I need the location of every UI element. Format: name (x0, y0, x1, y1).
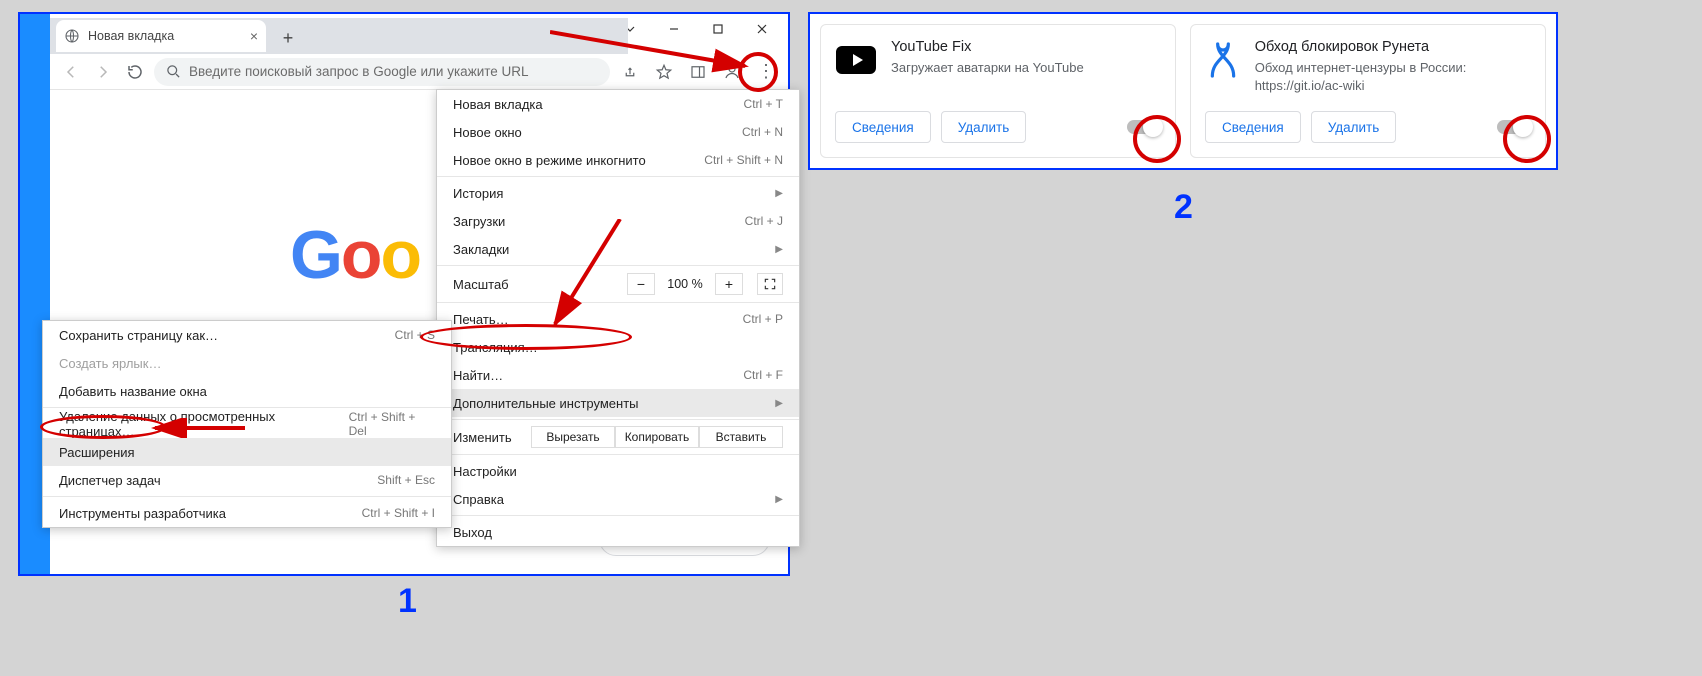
tab-strip: Новая вкладка × + (50, 18, 628, 54)
menu-print[interactable]: Печать…Ctrl + P (437, 305, 799, 333)
menu-new-window[interactable]: Новое окноCtrl + N (437, 118, 799, 146)
details-button[interactable]: Сведения (835, 111, 931, 143)
edit-label: Изменить (453, 430, 531, 445)
menu-cast[interactable]: Трансляция… (437, 333, 799, 361)
shortcut-text: Ctrl + S (395, 328, 435, 342)
menu-exit[interactable]: Выход (437, 518, 799, 546)
menu-more-tools[interactable]: Дополнительные инструменты▶ (437, 389, 799, 417)
close-window-button[interactable] (740, 16, 784, 42)
menu-downloads[interactable]: ЗагрузкиCtrl + J (437, 207, 799, 235)
shortcut-text: Ctrl + F (743, 368, 783, 382)
zoom-in-button[interactable]: + (715, 273, 743, 295)
shortcut-text: Ctrl + Shift + I (362, 506, 435, 520)
panel-2-extensions: YouTube Fix Загружает аватарки на YouTub… (808, 12, 1558, 170)
chevron-right-icon: ▶ (775, 244, 783, 255)
tab-title: Новая вкладка (88, 29, 174, 43)
youtube-icon (835, 39, 877, 81)
zoom-out-button[interactable]: − (627, 273, 655, 295)
browser-tab[interactable]: Новая вкладка × (56, 20, 266, 52)
window-controls (608, 16, 784, 42)
profile-avatar-icon[interactable] (718, 58, 746, 86)
minimize-button[interactable] (652, 16, 696, 42)
chevron-right-icon: ▶ (775, 494, 783, 505)
new-tab-button[interactable]: + (276, 26, 300, 50)
extension-toggle[interactable] (1127, 120, 1161, 134)
ribbon-icon (1205, 39, 1241, 81)
extension-toggle[interactable] (1497, 120, 1531, 134)
submenu-save-page[interactable]: Сохранить страницу как…Ctrl + S (43, 321, 451, 349)
shortcut-text: Ctrl + Shift + Del (349, 410, 435, 438)
menu-history[interactable]: История▶ (437, 179, 799, 207)
menu-separator (437, 419, 799, 420)
menu-incognito[interactable]: Новое окно в режиме инкогнитоCtrl + Shif… (437, 146, 799, 174)
menu-separator (437, 515, 799, 516)
shortcut-text: Shift + Esc (377, 473, 435, 487)
address-bar-row: Введите поисковый запрос в Google или ук… (50, 54, 788, 90)
menu-separator (437, 302, 799, 303)
menu-zoom: Масштаб − 100 % + (437, 268, 799, 300)
omnibox[interactable]: Введите поисковый запрос в Google или ук… (154, 58, 610, 86)
side-panel-icon[interactable] (684, 58, 712, 86)
submenu-dev-tools[interactable]: Инструменты разработчикаCtrl + Shift + I (43, 499, 451, 527)
menu-help[interactable]: Справка▶ (437, 485, 799, 513)
menu-new-tab[interactable]: Новая вкладкаCtrl + T (437, 90, 799, 118)
extension-card-runet-bypass: Обход блокировок Рунета Обход интернет-ц… (1190, 24, 1546, 158)
tab-close-icon[interactable]: × (250, 28, 258, 44)
submenu-clear-browsing-data[interactable]: Удаление данных о просмотренных страница… (43, 410, 451, 438)
menu-bookmarks[interactable]: Закладки▶ (437, 235, 799, 263)
maximize-button[interactable] (696, 16, 740, 42)
menu-separator (437, 454, 799, 455)
extension-card-youtube-fix: YouTube Fix Загружает аватарки на YouTub… (820, 24, 1176, 158)
forward-button[interactable] (90, 59, 116, 85)
menu-separator (43, 496, 451, 497)
remove-button[interactable]: Удалить (941, 111, 1027, 143)
shortcut-text: Ctrl + N (742, 125, 783, 139)
extension-description: Обход интернет-цензуры в России: https:/… (1255, 59, 1531, 94)
chrome-frame: Новая вкладка × + Введите поисковый запр… (50, 14, 788, 574)
edit-cut-button[interactable]: Вырезать (531, 426, 615, 448)
zoom-label: Масштаб (453, 277, 509, 292)
zoom-value: 100 % (659, 277, 711, 291)
submenu-name-window[interactable]: Добавить название окна (43, 377, 451, 405)
google-logo: Goo (290, 216, 420, 294)
edit-copy-button[interactable]: Копировать (615, 426, 699, 448)
share-icon[interactable] (616, 58, 644, 86)
menu-settings[interactable]: Настройки (437, 457, 799, 485)
chrome-main-menu: Новая вкладкаCtrl + T Новое окноCtrl + N… (436, 89, 800, 547)
menu-separator (437, 265, 799, 266)
remove-button[interactable]: Удалить (1311, 111, 1397, 143)
panel-2-label: 2 (1174, 188, 1193, 227)
shortcut-text: Ctrl + P (743, 312, 783, 326)
more-tools-submenu: Сохранить страницу как…Ctrl + S Создать … (42, 320, 452, 528)
globe-icon (64, 28, 80, 44)
extension-title: YouTube Fix (891, 39, 1084, 55)
submenu-create-shortcut: Создать ярлык… (43, 349, 451, 377)
bookmark-star-icon[interactable] (650, 58, 678, 86)
shortcut-text: Ctrl + J (745, 214, 783, 228)
edit-paste-button[interactable]: Вставить (699, 426, 783, 448)
submenu-task-manager[interactable]: Диспетчер задачShift + Esc (43, 466, 451, 494)
shortcut-text: Ctrl + Shift + N (704, 153, 783, 167)
extension-description: Загружает аватарки на YouTube (891, 59, 1084, 77)
details-button[interactable]: Сведения (1205, 111, 1301, 143)
chevron-right-icon: ▶ (775, 398, 783, 409)
panel-1-label: 1 (398, 582, 417, 621)
menu-separator (437, 176, 799, 177)
more-menu-button[interactable]: ⋮ (752, 58, 780, 86)
extension-title: Обход блокировок Рунета (1255, 39, 1531, 55)
search-icon (166, 64, 181, 79)
menu-find[interactable]: Найти…Ctrl + F (437, 361, 799, 389)
menu-edit-row: Изменить Вырезать Копировать Вставить (437, 422, 799, 452)
fullscreen-button[interactable] (757, 273, 783, 295)
submenu-extensions[interactable]: Расширения (43, 438, 451, 466)
back-button[interactable] (58, 59, 84, 85)
omnibox-placeholder: Введите поисковый запрос в Google или ук… (189, 64, 529, 79)
reload-button[interactable] (122, 59, 148, 85)
chevron-right-icon: ▶ (775, 188, 783, 199)
panel-1-chrome-window: Новая вкладка × + Введите поисковый запр… (18, 12, 790, 576)
shortcut-text: Ctrl + T (744, 97, 783, 111)
menu-separator (43, 407, 451, 408)
